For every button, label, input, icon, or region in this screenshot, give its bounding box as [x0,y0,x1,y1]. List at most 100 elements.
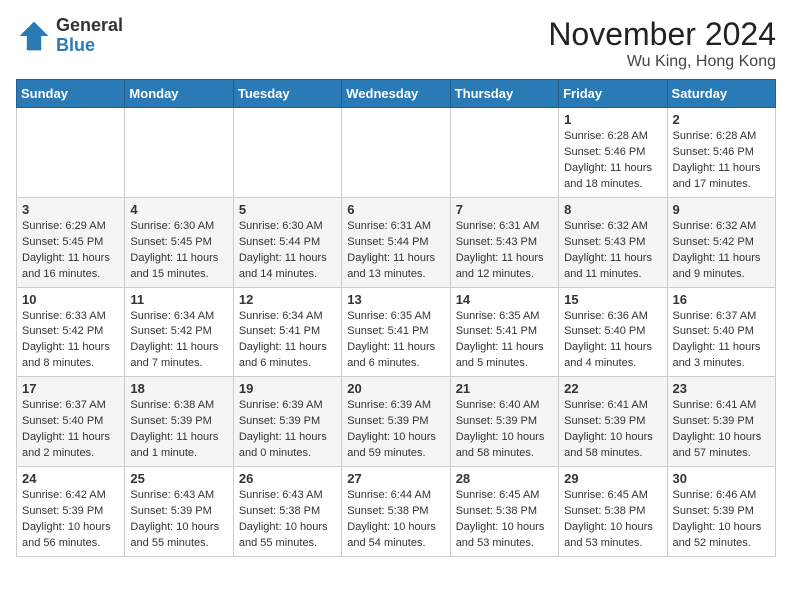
day-info: Sunrise: 6:43 AMSunset: 5:39 PMDaylight:… [130,488,227,552]
calendar-cell: 16 Sunrise: 6:37 AMSunset: 5:40 PMDayligh… [667,287,775,377]
day-number: 4 [130,202,227,217]
logo: General Blue [16,16,123,56]
day-number: 19 [239,381,336,396]
day-info: Sunrise: 6:34 AMSunset: 5:41 PMDaylight:… [239,309,336,373]
col-header-tuesday: Tuesday [233,80,341,108]
calendar-header-row: SundayMondayTuesdayWednesdayThursdayFrid… [17,80,776,108]
day-number: 5 [239,202,336,217]
logo-blue-text: Blue [56,35,95,55]
col-header-monday: Monday [125,80,233,108]
calendar-cell: 19 Sunrise: 6:39 AMSunset: 5:39 PMDayligh… [233,377,341,467]
day-info: Sunrise: 6:37 AMSunset: 5:40 PMDaylight:… [22,398,119,462]
day-number: 15 [564,292,661,307]
calendar-cell [125,108,233,198]
day-number: 21 [456,381,553,396]
day-number: 25 [130,471,227,486]
day-info: Sunrise: 6:30 AMSunset: 5:44 PMDaylight:… [239,219,336,283]
calendar-cell: 20 Sunrise: 6:39 AMSunset: 5:39 PMDayligh… [342,377,450,467]
day-info: Sunrise: 6:34 AMSunset: 5:42 PMDaylight:… [130,309,227,373]
day-number: 17 [22,381,119,396]
calendar-cell: 17 Sunrise: 6:37 AMSunset: 5:40 PMDayligh… [17,377,125,467]
day-info: Sunrise: 6:39 AMSunset: 5:39 PMDaylight:… [347,398,444,462]
day-number: 10 [22,292,119,307]
day-info: Sunrise: 6:45 AMSunset: 5:38 PMDaylight:… [456,488,553,552]
calendar-cell: 5 Sunrise: 6:30 AMSunset: 5:44 PMDaylight… [233,197,341,287]
calendar-week-row: 3 Sunrise: 6:29 AMSunset: 5:45 PMDaylight… [17,197,776,287]
day-info: Sunrise: 6:42 AMSunset: 5:39 PMDaylight:… [22,488,119,552]
logo-general-text: General [56,15,123,35]
day-number: 14 [456,292,553,307]
day-info: Sunrise: 6:28 AMSunset: 5:46 PMDaylight:… [564,129,661,193]
location-subtitle: Wu King, Hong Kong [548,53,776,71]
day-info: Sunrise: 6:40 AMSunset: 5:39 PMDaylight:… [456,398,553,462]
day-info: Sunrise: 6:46 AMSunset: 5:39 PMDaylight:… [673,488,770,552]
calendar-cell [17,108,125,198]
calendar-cell: 10 Sunrise: 6:33 AMSunset: 5:42 PMDayligh… [17,287,125,377]
day-number: 12 [239,292,336,307]
day-number: 26 [239,471,336,486]
day-number: 20 [347,381,444,396]
calendar-cell: 1 Sunrise: 6:28 AMSunset: 5:46 PMDaylight… [559,108,667,198]
calendar-cell: 23 Sunrise: 6:41 AMSunset: 5:39 PMDayligh… [667,377,775,467]
day-info: Sunrise: 6:31 AMSunset: 5:43 PMDaylight:… [456,219,553,283]
calendar-cell: 9 Sunrise: 6:32 AMSunset: 5:42 PMDaylight… [667,197,775,287]
calendar-week-row: 17 Sunrise: 6:37 AMSunset: 5:40 PMDayligh… [17,377,776,467]
day-info: Sunrise: 6:41 AMSunset: 5:39 PMDaylight:… [564,398,661,462]
col-header-friday: Friday [559,80,667,108]
day-info: Sunrise: 6:29 AMSunset: 5:45 PMDaylight:… [22,219,119,283]
title-block: November 2024 Wu King, Hong Kong [548,16,776,71]
day-info: Sunrise: 6:32 AMSunset: 5:43 PMDaylight:… [564,219,661,283]
calendar-table: SundayMondayTuesdayWednesdayThursdayFrid… [16,79,776,557]
day-info: Sunrise: 6:45 AMSunset: 5:38 PMDaylight:… [564,488,661,552]
logo-icon [16,18,52,54]
col-header-thursday: Thursday [450,80,558,108]
day-number: 16 [673,292,770,307]
day-number: 18 [130,381,227,396]
calendar-cell: 28 Sunrise: 6:45 AMSunset: 5:38 PMDayligh… [450,467,558,557]
day-info: Sunrise: 6:35 AMSunset: 5:41 PMDaylight:… [347,309,444,373]
col-header-saturday: Saturday [667,80,775,108]
calendar-week-row: 1 Sunrise: 6:28 AMSunset: 5:46 PMDaylight… [17,108,776,198]
calendar-cell [450,108,558,198]
day-info: Sunrise: 6:28 AMSunset: 5:46 PMDaylight:… [673,129,770,193]
day-number: 7 [456,202,553,217]
day-info: Sunrise: 6:32 AMSunset: 5:42 PMDaylight:… [673,219,770,283]
calendar-cell: 22Sunrise: 6:41 AMSunset: 5:39 PMDayligh… [559,377,667,467]
day-number: 11 [130,292,227,307]
calendar-cell: 24 Sunrise: 6:42 AMSunset: 5:39 PMDayligh… [17,467,125,557]
day-info: Sunrise: 6:39 AMSunset: 5:39 PMDaylight:… [239,398,336,462]
day-number: 27 [347,471,444,486]
col-header-wednesday: Wednesday [342,80,450,108]
day-info: Sunrise: 6:41 AMSunset: 5:39 PMDaylight:… [673,398,770,462]
calendar-cell: 21 Sunrise: 6:40 AMSunset: 5:39 PMDayligh… [450,377,558,467]
day-number: 9 [673,202,770,217]
page-header: General Blue November 2024 Wu King, Hong… [16,16,776,71]
day-info: Sunrise: 6:30 AMSunset: 5:45 PMDaylight:… [130,219,227,283]
day-number: 28 [456,471,553,486]
calendar-cell: 13 Sunrise: 6:35 AMSunset: 5:41 PMDayligh… [342,287,450,377]
day-info: Sunrise: 6:43 AMSunset: 5:38 PMDaylight:… [239,488,336,552]
day-number: 6 [347,202,444,217]
day-info: Sunrise: 6:37 AMSunset: 5:40 PMDaylight:… [673,309,770,373]
day-info: Sunrise: 6:31 AMSunset: 5:44 PMDaylight:… [347,219,444,283]
calendar-cell: 29Sunrise: 6:45 AMSunset: 5:38 PMDayligh… [559,467,667,557]
calendar-cell: 15 Sunrise: 6:36 AMSunset: 5:40 PMDayligh… [559,287,667,377]
day-info: Sunrise: 6:38 AMSunset: 5:39 PMDaylight:… [130,398,227,462]
calendar-cell: 3 Sunrise: 6:29 AMSunset: 5:45 PMDaylight… [17,197,125,287]
calendar-cell: 27 Sunrise: 6:44 AMSunset: 5:38 PMDayligh… [342,467,450,557]
day-number: 2 [673,112,770,127]
day-info: Sunrise: 6:44 AMSunset: 5:38 PMDaylight:… [347,488,444,552]
calendar-cell: 14Sunrise: 6:35 AMSunset: 5:41 PMDayligh… [450,287,558,377]
day-number: 13 [347,292,444,307]
day-number: 1 [564,112,661,127]
day-number: 23 [673,381,770,396]
day-number: 24 [22,471,119,486]
calendar-cell: 4 Sunrise: 6:30 AMSunset: 5:45 PMDaylight… [125,197,233,287]
calendar-cell: 6 Sunrise: 6:31 AMSunset: 5:44 PMDaylight… [342,197,450,287]
calendar-cell: 12 Sunrise: 6:34 AMSunset: 5:41 PMDayligh… [233,287,341,377]
day-info: Sunrise: 6:36 AMSunset: 5:40 PMDaylight:… [564,309,661,373]
month-title: November 2024 [548,16,776,53]
day-info: Sunrise: 6:33 AMSunset: 5:42 PMDaylight:… [22,309,119,373]
day-number: 3 [22,202,119,217]
calendar-cell [342,108,450,198]
